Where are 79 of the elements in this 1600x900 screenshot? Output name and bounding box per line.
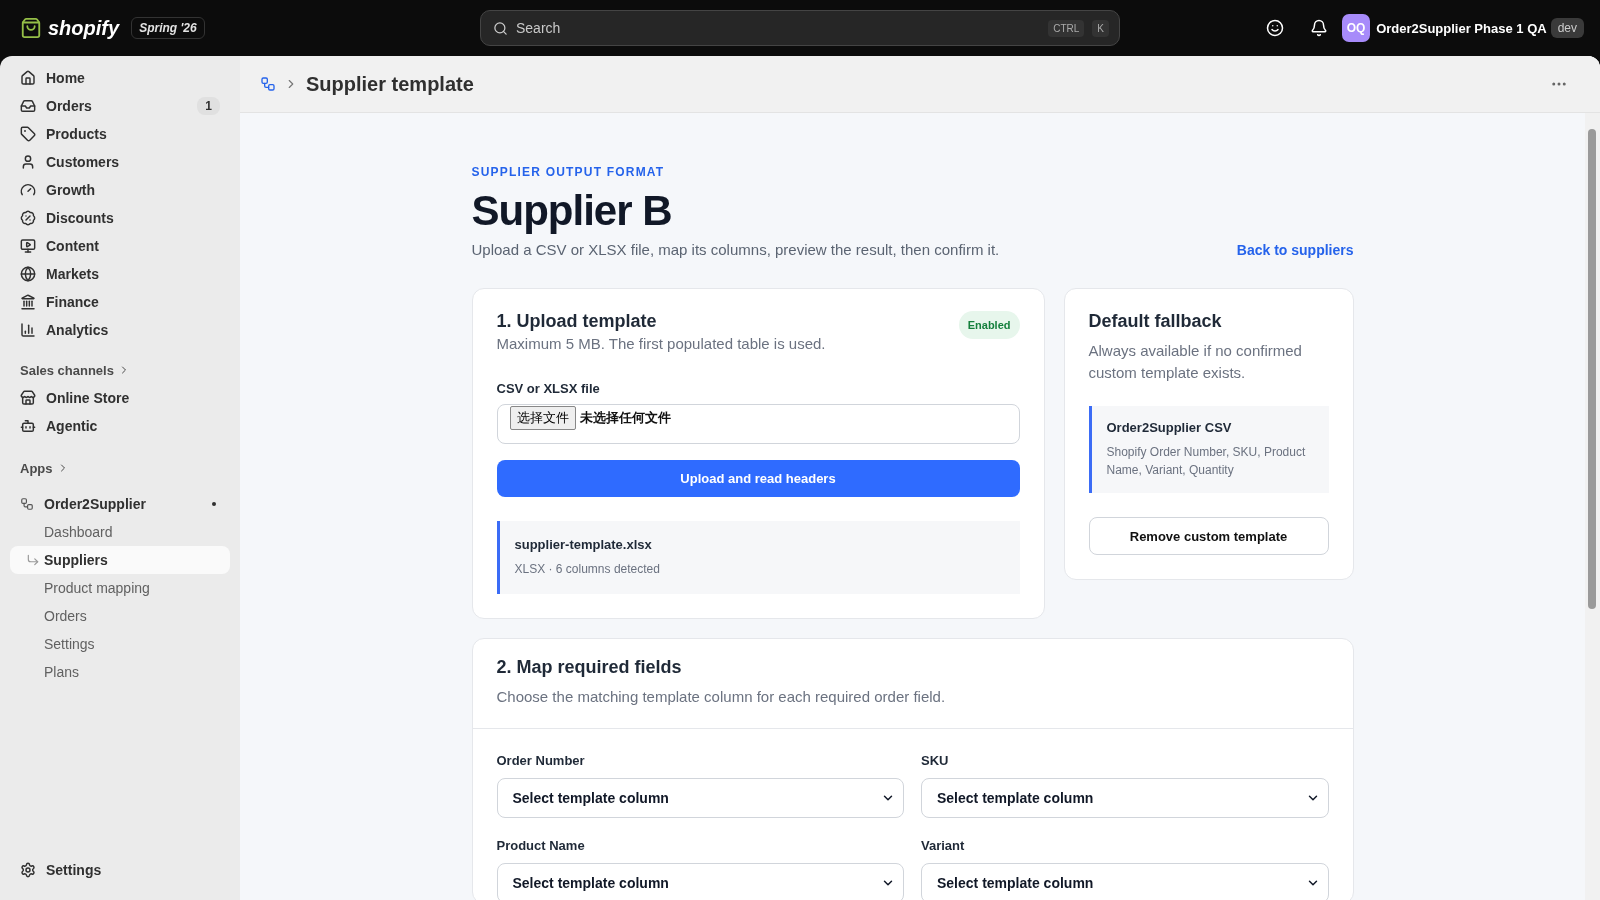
- card-subtitle: Maximum 5 MB. The first populated table is used.: [496, 334, 827, 354]
- nav-item[interactable]: Agentic: [10, 412, 230, 440]
- nav-item[interactable]: Suppliers: [10, 546, 230, 574]
- page-description: Upload a CSV or XLSX file, map its columns, preview the result, then confirm it.: [471, 241, 1000, 258]
- nav-item[interactable]: Order2Supplier: [10, 490, 230, 518]
- nav-item[interactable]: Finance: [10, 288, 230, 316]
- nav-icon: [20, 126, 36, 142]
- nav-item[interactable]: Dashboard: [10, 518, 230, 546]
- nav-item[interactable]: Customers: [10, 148, 230, 176]
- nav-icon: [20, 154, 36, 170]
- page-title: Supplier template: [306, 72, 474, 96]
- notifications-icon[interactable]: [1310, 19, 1329, 37]
- nav-item[interactable]: Orders: [10, 602, 230, 630]
- section-heading[interactable]: Sales channels: [10, 356, 230, 384]
- app-icon[interactable]: [260, 76, 276, 92]
- template-name: Order2Supplier CSV: [1106, 420, 1233, 435]
- nav-item[interactable]: Products: [10, 120, 230, 148]
- field-label: CSV or XLSX file: [496, 381, 601, 396]
- nav-item[interactable]: Growth: [10, 176, 230, 204]
- field-label: Product Name: [496, 838, 586, 853]
- field-label: Variant: [921, 838, 966, 853]
- field-label: SKU: [921, 753, 950, 768]
- file-input[interactable]: 选择文件 未选择任何文件: [496, 404, 1020, 444]
- nav-item[interactable]: Settings: [10, 856, 230, 884]
- field-label: Order Number: [496, 753, 586, 768]
- card-subtitle: Always available if no confirmed custom template exists.: [1088, 341, 1303, 383]
- file-meta: XLSX · 6 columns detected: [514, 561, 661, 578]
- nav-icon: [20, 418, 36, 434]
- nav-icon: [20, 210, 36, 226]
- card-title: 2. Map required fields: [496, 657, 683, 678]
- nav-item[interactable]: Home: [10, 64, 230, 92]
- brand-name: shopify: [48, 16, 120, 40]
- supplier-title: Supplier B: [471, 187, 673, 235]
- app-icon: [20, 497, 34, 511]
- nav-item[interactable]: Content: [10, 232, 230, 260]
- shopify-logo-icon: [20, 17, 42, 39]
- nav-icon: [20, 70, 36, 86]
- column-select[interactable]: Select template column: [496, 778, 904, 818]
- nav-icon: [20, 98, 36, 114]
- nav-item[interactable]: Product mapping: [10, 574, 230, 602]
- nav-item[interactable]: Settings: [10, 630, 230, 658]
- shortcut-key: K: [1092, 19, 1109, 37]
- settings-icon: [20, 862, 36, 878]
- section-heading[interactable]: Apps: [10, 454, 230, 482]
- shortcut-key: CTRL: [1048, 19, 1085, 37]
- nav-item[interactable]: Online Store: [10, 384, 230, 412]
- nav-icon: [20, 182, 36, 198]
- template-columns: Shopify Order Number, SKU, Product Name, Variant, Quantity: [1106, 443, 1315, 479]
- nav-item[interactable]: Plans: [10, 658, 230, 686]
- card-title: Default fallback: [1088, 311, 1223, 332]
- nav-icon: [20, 238, 36, 254]
- column-select[interactable]: Select template column: [921, 778, 1329, 818]
- nav-item[interactable]: Analytics: [10, 316, 230, 344]
- store-name[interactable]: Order2Supplier Phase 1 QA: [1376, 20, 1547, 36]
- count-badge: 1: [197, 97, 220, 115]
- choose-file-button[interactable]: 选择文件: [509, 406, 576, 430]
- nav-icon: [20, 266, 36, 282]
- nav-item[interactable]: Orders 1: [10, 92, 230, 120]
- file-name: supplier-template.xlsx: [514, 537, 653, 552]
- search-icon: [493, 20, 508, 36]
- upload-button[interactable]: Upload and read headers: [496, 460, 1020, 497]
- scroll-thumb[interactable]: [1588, 129, 1596, 609]
- nav-icon: [20, 322, 36, 338]
- back-link[interactable]: Back to suppliers: [1236, 241, 1354, 258]
- scrollbar[interactable]: [1585, 113, 1600, 900]
- nav-item[interactable]: Markets: [10, 260, 230, 288]
- remove-template-button[interactable]: Remove custom template: [1088, 517, 1329, 555]
- dev-badge: dev: [1550, 18, 1584, 38]
- nav-icon: [20, 390, 36, 406]
- eyebrow-label: SUPPLIER OUTPUT FORMAT: [471, 165, 666, 179]
- nav-icon: [20, 294, 36, 310]
- card-title: 1. Upload template: [496, 311, 657, 332]
- tree-line-icon: [26, 553, 40, 567]
- file-status-text: 未选择任何文件: [579, 409, 671, 427]
- nav-item[interactable]: Discounts: [10, 204, 230, 232]
- release-badge: Spring '26: [131, 17, 205, 39]
- status-badge: Enabled: [958, 311, 1020, 339]
- search-field[interactable]: Search CTRL K: [480, 10, 1120, 46]
- card-subtitle: Choose the matching template column for each required order field.: [496, 687, 947, 707]
